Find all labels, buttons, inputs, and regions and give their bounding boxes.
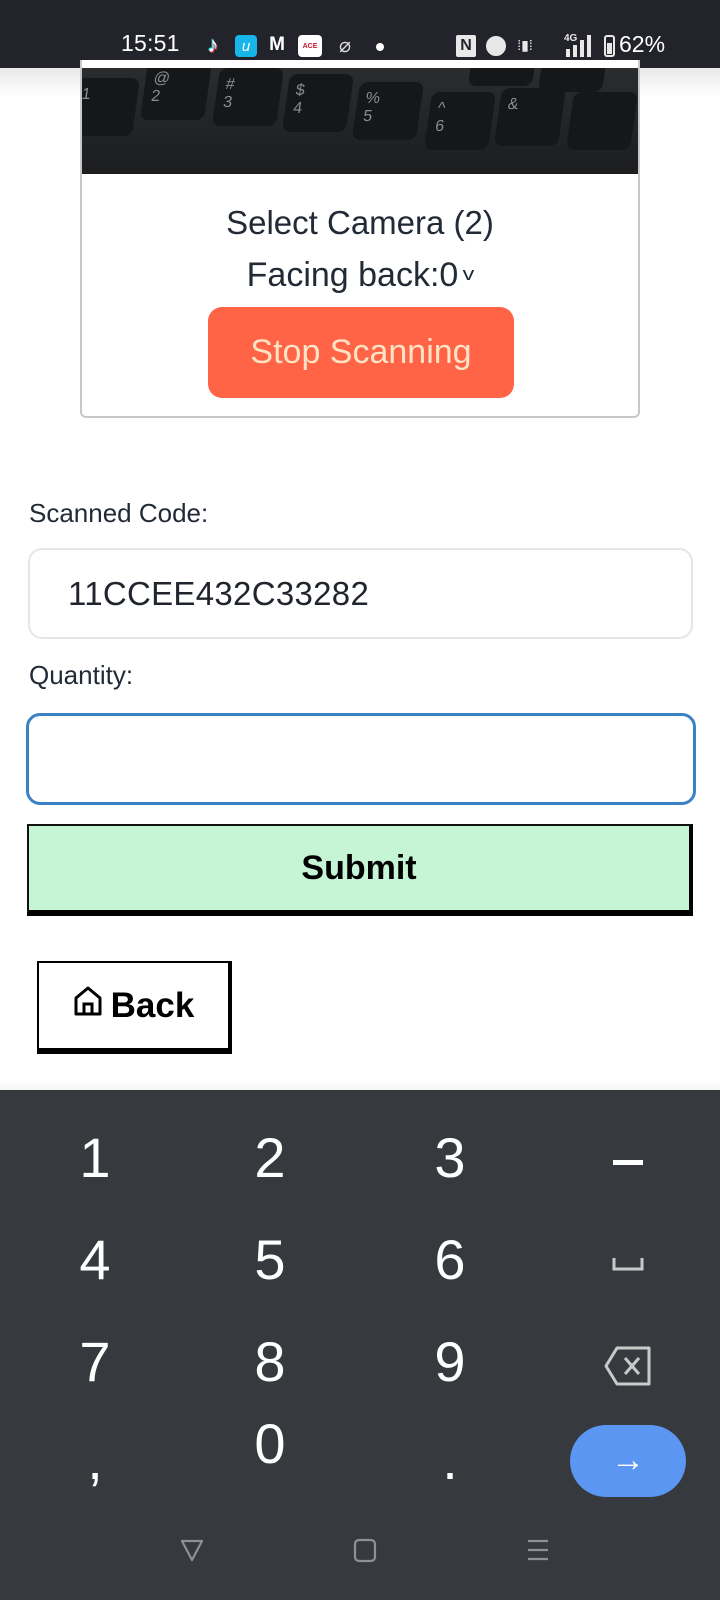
battery-icon [604,35,615,57]
phi-app-icon: ⌀ [338,34,352,57]
recents-menu-icon [528,1539,548,1561]
back-label: Back [110,985,195,1025]
key-space[interactable] [563,1212,693,1308]
quantity-input[interactable] [26,713,696,805]
nav-home-button[interactable] [345,1530,385,1570]
back-triangle-icon [180,1539,204,1562]
key-dash[interactable] [563,1110,693,1206]
nav-recents-button[interactable] [518,1530,558,1570]
dash-icon [613,1159,643,1165]
nav-back-button[interactable] [172,1530,212,1570]
submit-button[interactable]: Submit [27,824,693,916]
key-3[interactable]: 3 [385,1110,515,1206]
feed-key: % 5 [351,82,425,140]
select-camera-label: Select Camera (2) [226,204,494,241]
arrow-right-icon: → [611,1441,645,1479]
key-comma[interactable]: , [30,1412,160,1508]
alarm-icon [486,36,506,56]
key-backspace[interactable] [563,1314,693,1410]
nfc-icon: N [456,35,476,57]
status-bar: 15:51 ♪ u M ACE ⌀ N ⁞▮⁞ 4G 62% [0,0,720,68]
camera-select-value: Facing back:0 [246,256,459,294]
feed-key [467,68,541,86]
stop-scanning-button[interactable]: Stop Scanning [208,307,514,398]
key-period[interactable]: . [385,1412,515,1508]
keyboard-top-edge [0,1080,720,1090]
key-9[interactable]: 9 [385,1314,515,1410]
ace-app-icon: ACE [298,35,322,57]
home-square-icon [353,1538,377,1563]
feed-key: ^ 6 [423,92,497,150]
home-icon [73,985,103,1026]
scanned-code-field[interactable]: 11CCEE432C33282 [28,548,693,639]
tiktok-icon: ♪ [207,32,219,57]
camera-preview: 1 @2 #3 $4 % 5 ^ 6 & [82,68,638,174]
feed-key: & [493,88,567,146]
feed-key: @2 [139,68,213,120]
feed-key: 1 [82,78,141,136]
enter-key[interactable]: → [570,1425,686,1497]
more-dot-icon [376,43,384,51]
feed-key [565,92,638,150]
feed-key [537,68,611,92]
signal-4g-icon: 4G [558,31,598,59]
network-type-label: 4G [564,33,578,44]
back-button[interactable]: Back [37,961,232,1054]
chevron-down-icon: v [462,264,475,284]
key-2[interactable]: 2 [205,1110,335,1206]
feed-key: #3 [211,68,285,126]
navigation-bar [0,1510,720,1600]
gmail-icon: M [269,34,285,55]
battery-percent: 62% [619,31,666,57]
key-1[interactable]: 1 [30,1110,160,1206]
scanner-card: 1 @2 #3 $4 % 5 ^ 6 & Select Camera (2) Fac… [80,60,640,418]
key-4[interactable]: 4 [30,1212,160,1308]
u-app-icon: u [235,35,257,57]
quantity-label: Quantity: [29,660,134,690]
vibrate-icon: ⁞▮⁞ [517,36,533,53]
scanned-code-label: Scanned Code: [29,498,209,528]
status-time: 15:51 [121,30,180,56]
key-5[interactable]: 5 [205,1212,335,1308]
key-7[interactable]: 7 [30,1314,160,1410]
space-icon [612,1258,644,1271]
backspace-icon [604,1346,651,1386]
camera-select[interactable]: Facing back:0 v [82,256,638,295]
feed-key: $4 [281,74,355,132]
key-0[interactable]: 0 [205,1396,335,1492]
key-6[interactable]: 6 [385,1212,515,1308]
